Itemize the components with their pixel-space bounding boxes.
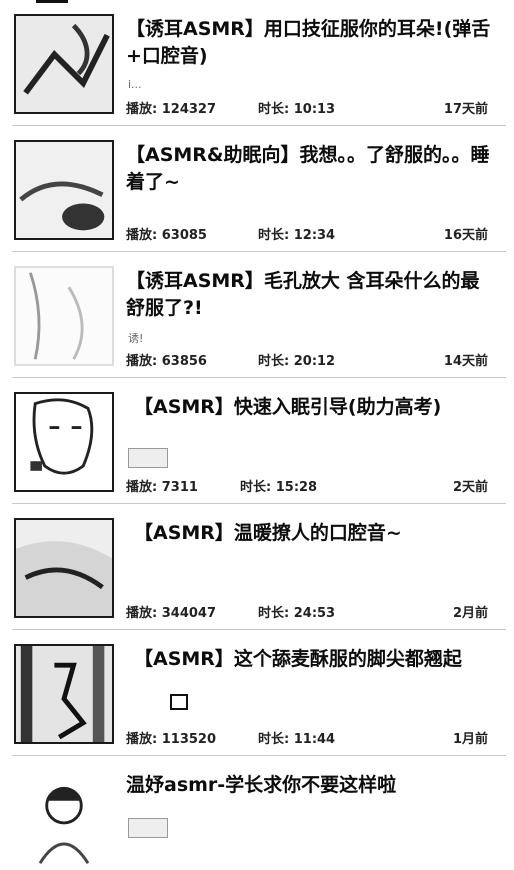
video-thumbnail[interactable] [14,392,114,492]
uploader-avatar [128,818,168,838]
duration: 时长: 12:34 [258,228,336,243]
video-thumbnail[interactable] [14,14,114,114]
upload-age: 2天前 [452,480,488,495]
video-stats: 播放: 7311 时长: 15:28 2天前 [126,476,488,495]
video-thumbnail[interactable] [14,770,114,870]
play-count: 播放: 63085 [126,228,207,243]
video-stats: 播放: 63085 时长: 12:34 16天前 [126,224,488,243]
video-thumbnail[interactable] [14,140,114,240]
video-list-item[interactable]: 【ASMR】这个舔麦酥服的脚尖都翘起 播放: 113520 时长: 11:44 … [0,630,514,756]
uploader-name: 诱! [128,332,144,345]
play-count: 播放: 113520 [126,732,216,747]
video-stats: 播放: 63856 时长: 20:12 14天前 [126,350,488,369]
video-list-item[interactable]: 【诱耳ASMR】用口技征服你的耳朵!(弹舌+口腔音) i... 播放: 1243… [0,0,514,126]
video-stats: 播放: 124327 时长: 10:13 17天前 [126,98,488,117]
video-list-item[interactable]: 温妤asmr-学长求你不要这样啦 [0,756,514,870]
video-thumbnail[interactable] [14,518,114,618]
video-title[interactable]: 【ASMR】温暖撩人的口腔音~ [134,520,504,547]
play-count: 播放: 124327 [126,102,216,117]
video-title[interactable]: 【ASMR】这个舔麦酥服的脚尖都翘起 [134,646,504,673]
upload-age: 2月前 [452,606,488,621]
video-title[interactable]: 【诱耳ASMR】用口技征服你的耳朵!(弹舌+口腔音) [126,16,496,70]
upload-age: 1月前 [452,732,488,747]
duration: 时长: 15:28 [240,480,318,495]
video-title[interactable]: 【诱耳ASMR】毛孔放大 含耳朵什么的最舒服了?! [126,268,496,322]
video-stats: 播放: 113520 时长: 11:44 1月前 [126,728,488,747]
duration: 时长: 11:44 [258,732,336,747]
duration: 时长: 20:12 [258,354,336,369]
video-thumbnail[interactable] [14,266,114,366]
play-count: 播放: 344047 [126,606,216,621]
video-title[interactable]: 温妤asmr-学长求你不要这样啦 [126,772,496,799]
video-title[interactable]: 【ASMR&助眠向】我想。。了舒服的。。睡着了~ [126,142,496,196]
upload-age: 17天前 [443,102,488,117]
play-count: 播放: 7311 [126,480,198,495]
video-list-item[interactable]: 【诱耳ASMR】毛孔放大 含耳朵什么的最舒服了?! 诱! 播放: 63856 时… [0,252,514,378]
duration: 时长: 24:53 [258,606,336,621]
video-list-item[interactable]: 【ASMR&助眠向】我想。。了舒服的。。睡着了~ 播放: 63085 时长: 1… [0,126,514,252]
uploader-avatar [170,694,188,710]
uploader-name: i... [128,78,142,91]
upload-age: 14天前 [443,354,488,369]
video-list-item[interactable]: 【ASMR】快速入眠引导(助力高考) 播放: 7311 时长: 15:28 2天… [0,378,514,504]
video-stats: 播放: 344047 时长: 24:53 2月前 [126,602,488,621]
upload-age: 16天前 [443,228,488,243]
video-thumbnail[interactable] [14,644,114,744]
duration: 时长: 10:13 [258,102,336,117]
video-title[interactable]: 【ASMR】快速入眠引导(助力高考) [134,394,504,421]
play-count: 播放: 63856 [126,354,207,369]
uploader-avatar [128,448,168,468]
video-list-item[interactable]: 【ASMR】温暖撩人的口腔音~ 播放: 344047 时长: 24:53 2月前 [0,504,514,630]
